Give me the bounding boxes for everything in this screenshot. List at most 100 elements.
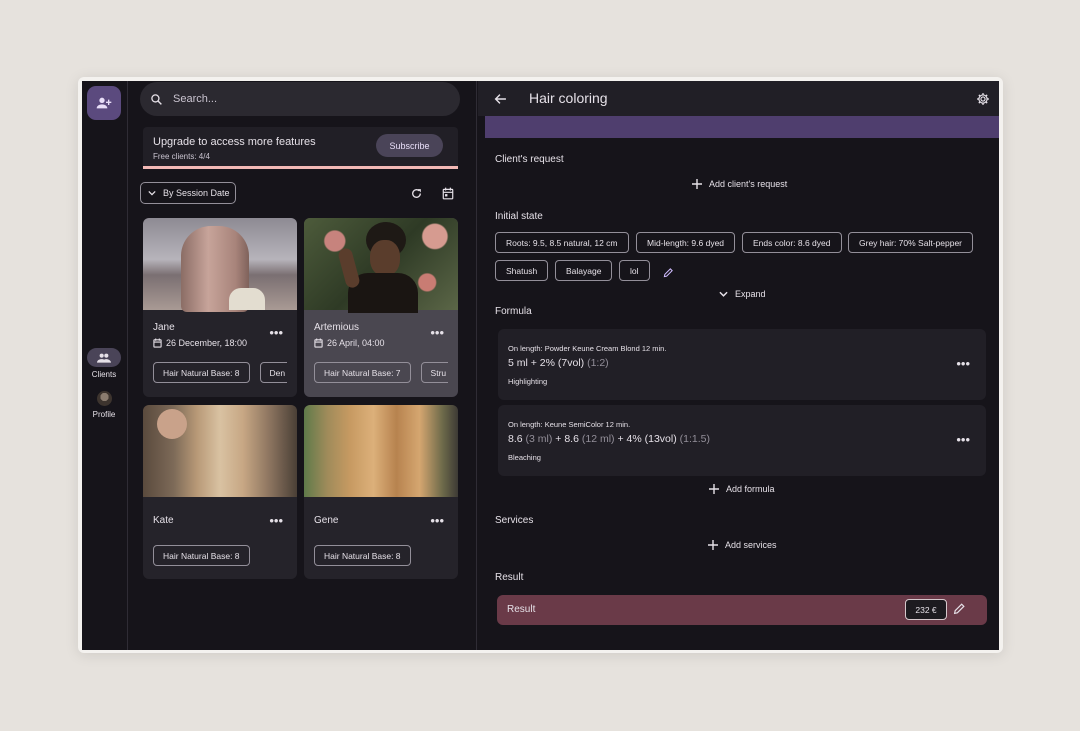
chevron-down-icon (148, 190, 156, 196)
formula-card[interactable]: On length: Powder Keune Cream Blond 12 m… (498, 329, 986, 400)
formula-amount: 5 ml + 2% (7vol) (508, 357, 585, 369)
result-row: Result 232 € (497, 595, 987, 625)
add-formula-button[interactable]: Add formula (709, 484, 775, 494)
client-card-jane[interactable]: Jane ••• 26 December, 18:00 Hair Natural… (143, 218, 297, 397)
formula-ratio: (1:1.5) (679, 433, 710, 445)
formula-more-button[interactable]: ••• (956, 356, 970, 371)
people-icon (97, 353, 111, 363)
client-photo (304, 218, 458, 313)
state-tag[interactable]: Balayage (555, 260, 613, 281)
formula-more-button[interactable]: ••• (956, 432, 970, 447)
formula-heading: Formula (495, 306, 532, 317)
client-card-artemious[interactable]: Artemious ••• 26 April, 04:00 Hair Natur… (304, 218, 458, 397)
add-services-button[interactable]: Add services (708, 540, 777, 550)
add-services-label: Add services (725, 540, 777, 550)
expand-label: Expand (735, 289, 766, 299)
expand-button[interactable]: Expand (719, 289, 766, 299)
usage-progress-bar (143, 166, 458, 169)
navigation-rail: Clients Profile (82, 81, 128, 650)
accent-strip (485, 116, 999, 138)
formula-product: On length: Powder Keune Cream Blond 12 m… (508, 344, 667, 353)
formula-ratio: (1:2) (587, 357, 609, 369)
formula-part: (3 ml) (525, 433, 553, 445)
refresh-button[interactable] (408, 185, 424, 201)
pencil-icon (953, 603, 965, 615)
add-formula-label: Add formula (726, 484, 775, 494)
free-clients-count: Free clients: 4/4 (153, 152, 210, 161)
calendar-icon (442, 187, 454, 199)
state-tag[interactable]: Grey hair: 70% Salt-pepper (848, 232, 973, 253)
attribute-chip[interactable]: Stru (420, 362, 448, 383)
chip-row: Hair Natural Base: 7 Stru (314, 362, 448, 383)
state-tag[interactable]: Ends color: 8.6 dyed (742, 232, 842, 253)
sort-label: By Session Date (163, 188, 230, 198)
more-options-button[interactable]: ••• (430, 325, 444, 340)
formula-mix: 5 ml + 2% (7vol) (1:2) (508, 357, 609, 369)
initial-state-heading: Initial state (495, 211, 543, 222)
back-button[interactable] (492, 91, 508, 107)
client-name: Artemious (314, 322, 360, 333)
calendar-button[interactable] (440, 185, 456, 201)
formula-mix: 8.6 (3 ml) + 8.6 (12 ml) + 4% (13vol) (1… (508, 433, 710, 445)
formula-part: + 4% (13vol) (617, 433, 677, 445)
refresh-icon (411, 188, 421, 198)
formula-type: Bleaching (508, 453, 541, 462)
upgrade-banner: Upgrade to access more features Free cli… (143, 127, 458, 169)
person-add-icon (96, 97, 112, 109)
hair-base-chip[interactable]: Hair Natural Base: 8 (153, 362, 250, 383)
calendar-icon (314, 338, 323, 348)
formula-product: On length: Keune SemiColor 12 min. (508, 420, 631, 429)
arrow-back-icon (494, 94, 506, 104)
more-options-button[interactable]: ••• (269, 513, 283, 528)
edit-result-button[interactable] (953, 602, 966, 620)
more-options-button[interactable]: ••• (269, 325, 283, 340)
rail-clients-label: Clients (91, 370, 117, 379)
edit-initial-state-button[interactable] (661, 265, 675, 279)
result-price[interactable]: 232 € (905, 599, 947, 620)
result-label: Result (507, 604, 536, 615)
upgrade-title: Upgrade to access more features (153, 136, 316, 148)
client-card-gene[interactable]: Gene ••• Hair Natural Base: 8 (304, 405, 458, 579)
formula-part: + 8.6 (555, 433, 579, 445)
rail-pill (87, 348, 121, 367)
add-client-request-label: Add client's request (709, 179, 788, 189)
session-date-text: 26 December, 18:00 (166, 338, 248, 348)
subscribe-button[interactable]: Subscribe (376, 134, 443, 157)
formula-part: 8.6 (508, 433, 523, 445)
add-client-button[interactable] (87, 86, 121, 120)
chip-row: Hair Natural Base: 8 (153, 545, 287, 566)
profile-avatar (96, 391, 112, 406)
more-options-button[interactable]: ••• (430, 513, 444, 528)
hair-base-chip[interactable]: Hair Natural Base: 7 (314, 362, 411, 383)
settings-button[interactable] (975, 91, 991, 107)
detail-panel: Hair coloring Client's request Add clien… (478, 81, 999, 650)
attribute-chip[interactable]: Den (259, 362, 287, 383)
hair-base-chip[interactable]: Hair Natural Base: 8 (153, 545, 250, 566)
search-input[interactable]: Search... (140, 82, 460, 116)
chip-row: Hair Natural Base: 8 (314, 545, 448, 566)
state-tag[interactable]: Mid-length: 9.6 dyed (636, 232, 736, 253)
client-list-panel: Search... Upgrade to access more feature… (129, 81, 477, 650)
state-tag[interactable]: Shatush (495, 260, 549, 281)
page-title: Hair coloring (529, 90, 608, 106)
calendar-icon (153, 338, 162, 348)
services-heading: Services (495, 515, 534, 526)
hair-base-chip[interactable]: Hair Natural Base: 8 (314, 545, 411, 566)
chevron-down-icon (719, 291, 728, 297)
plus-icon (708, 540, 718, 550)
rail-item-profile[interactable]: Profile (82, 391, 126, 419)
session-date: 26 December, 18:00 (153, 338, 247, 348)
add-client-request-button[interactable]: Add client's request (692, 179, 787, 189)
formula-card[interactable]: On length: Keune SemiColor 12 min. 8.6 (… (498, 405, 986, 476)
client-card-kate[interactable]: Kate ••• Hair Natural Base: 8 (143, 405, 297, 579)
search-placeholder: Search... (173, 93, 218, 105)
rail-profile-label: Profile (92, 410, 116, 419)
state-tag[interactable]: Roots: 9.5, 8.5 natural, 12 cm (495, 232, 629, 253)
pencil-icon (663, 267, 673, 277)
sort-dropdown[interactable]: By Session Date (140, 182, 236, 204)
client-name: Kate (153, 515, 174, 526)
rail-item-clients[interactable]: Clients (82, 348, 126, 379)
state-tag[interactable]: lol (619, 260, 650, 281)
client-photo (143, 405, 297, 497)
clients-request-heading: Client's request (495, 154, 564, 165)
